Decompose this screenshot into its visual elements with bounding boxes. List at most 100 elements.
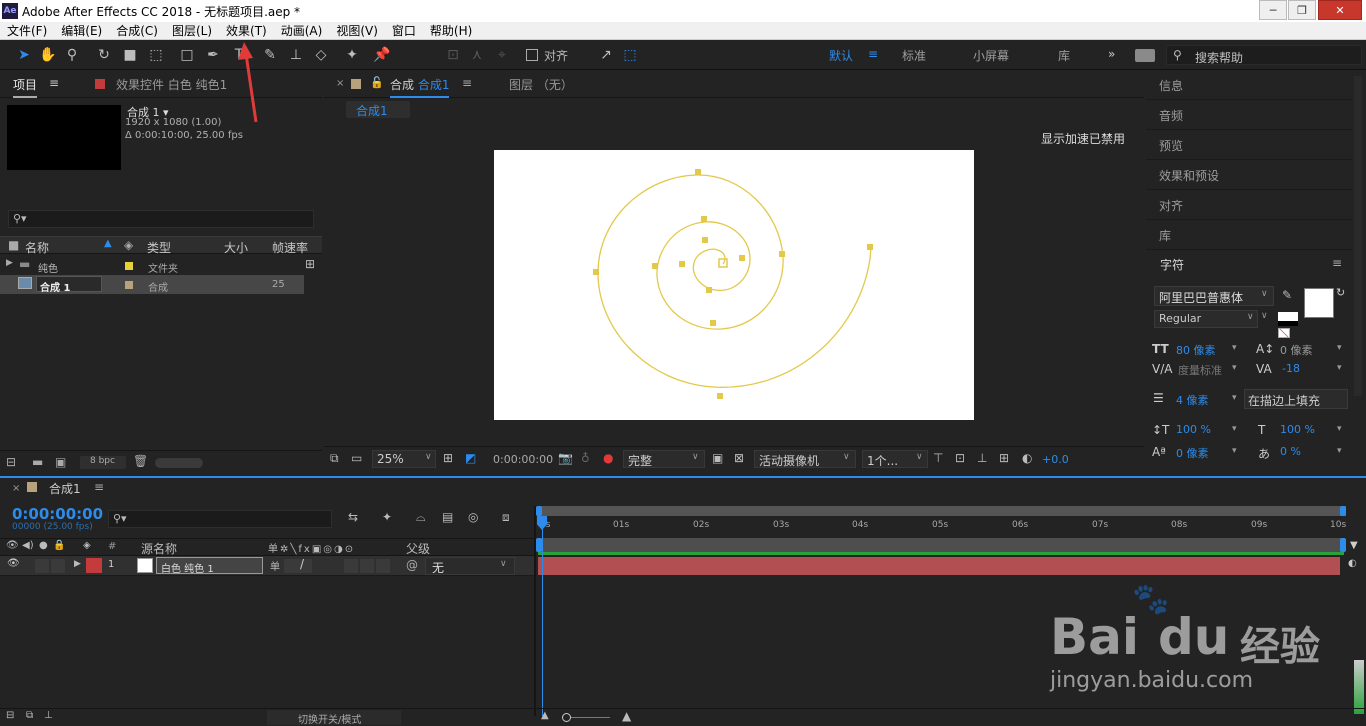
new-composition-icon[interactable]: ▣ (55, 455, 66, 469)
display-monitor-icon[interactable]: ▭ (351, 451, 362, 465)
kerning-value[interactable]: 度量标准 (1178, 362, 1222, 378)
chevron-down-icon[interactable]: ▾ (1232, 424, 1237, 434)
camera-select[interactable]: 活动摄像机 ∨ (754, 450, 856, 468)
workspace-small-screen[interactable]: 小屏幕 (973, 47, 1009, 64)
panel-library[interactable]: 库 (1146, 220, 1352, 250)
interpret-footage-icon[interactable]: ⊟ (6, 455, 16, 469)
close-button[interactable]: ✕ (1318, 0, 1362, 20)
clone-stamp-tool-icon[interactable]: ⊥ (286, 45, 306, 65)
3d-switch[interactable] (376, 559, 390, 573)
spiral-path-shape[interactable] (494, 150, 974, 420)
transfer-controls-pane-icon[interactable]: ⧉ (26, 710, 33, 721)
panel-preview[interactable]: 预览 (1146, 130, 1352, 160)
menu-view[interactable]: 视图(V) (329, 22, 385, 39)
camera-tool-icon[interactable]: ■ (120, 45, 140, 65)
layer-visibility-icon[interactable]: 👁 (7, 558, 20, 569)
timeline-timecode[interactable]: 0:00:00:00 (12, 505, 103, 523)
pan-behind-tool-icon[interactable]: ⬚ (146, 45, 166, 65)
layer-duration-bar[interactable] (538, 557, 1340, 575)
spiral-vertices[interactable] (593, 169, 873, 399)
quality-switch[interactable]: / (298, 557, 312, 573)
spiral-vertex[interactable] (701, 216, 707, 222)
motion-blur-icon[interactable]: ◎ (468, 510, 478, 524)
work-area-start-handle[interactable] (536, 506, 542, 516)
swap-colors-icon[interactable]: ↻ (1336, 286, 1345, 299)
font-style-select[interactable]: Regular ∨ (1154, 310, 1258, 328)
always-preview-icon[interactable]: ⧉ (330, 451, 339, 466)
graph-editor-icon[interactable]: ⧈ (502, 510, 510, 525)
audio-switch-icon[interactable]: ◀) (22, 540, 34, 551)
chevron-down-icon[interactable]: ▾ (1337, 424, 1342, 434)
transparency-grid-icon[interactable]: ⊠ (734, 451, 744, 465)
frame-blending-icon[interactable]: ▤ (442, 510, 453, 524)
chevron-down-icon[interactable]: ▾ (1232, 393, 1237, 403)
draft-3d-icon[interactable]: ⊡ (955, 451, 965, 465)
panel-effects-presets[interactable]: 效果和预设 (1146, 160, 1352, 190)
trash-icon[interactable]: 🗑 (133, 454, 148, 468)
menu-edit[interactable]: 编辑(E) (54, 22, 109, 39)
layer-solo-toggle[interactable] (35, 559, 49, 573)
tab-effect-controls[interactable]: 效果控件 白色 纯色1 (116, 76, 227, 93)
sync-settings-icon[interactable] (1135, 49, 1155, 62)
project-search-input[interactable]: ⚲▾ (8, 210, 314, 228)
chevron-down-icon[interactable]: ▾ (1232, 363, 1237, 373)
menu-layer[interactable]: 图层(L) (165, 22, 219, 39)
right-panel-scrollbar[interactable] (1354, 76, 1362, 396)
vertical-scale-value[interactable]: 100 % (1176, 423, 1211, 436)
reset-exposure-icon[interactable]: ◐ (1022, 451, 1032, 465)
playhead-line[interactable] (542, 516, 543, 716)
zoom-tool-icon[interactable]: ⚲ (62, 45, 82, 65)
chevron-down-icon[interactable]: ▾ (1337, 363, 1342, 373)
toggle-switches-modes-button[interactable]: 切换开关/模式 (267, 710, 401, 726)
comp-canvas[interactable] (494, 150, 974, 420)
shy-layers-icon[interactable]: ⌓ (416, 510, 426, 525)
tracking-value[interactable]: -18 (1282, 362, 1300, 375)
table-row[interactable]: ▶ ▬ 纯色 文件夹 ⊞ (0, 256, 322, 275)
workspace-menu-icon[interactable]: ≡ (868, 47, 878, 61)
snap-checkbox[interactable] (526, 49, 538, 61)
parent-pick-whip-icon[interactable]: @ (406, 558, 418, 572)
exposure-value[interactable]: +0.0 (1042, 453, 1069, 466)
font-size-value[interactable]: 80 像素 (1176, 342, 1216, 358)
draft-3d-icon[interactable]: ✦ (382, 510, 392, 524)
menu-help[interactable]: 帮助(H) (423, 22, 479, 39)
row-label-color[interactable] (125, 281, 133, 289)
composition-viewport[interactable]: 显示加速已禁用 (324, 122, 1144, 444)
chevron-down-icon[interactable]: ▾ (1337, 446, 1342, 456)
zoom-in-icon[interactable]: ▲ (622, 709, 631, 723)
time-zoom-slider-knob[interactable] (562, 713, 571, 722)
layer-marker-icon[interactable]: ◐ (1348, 558, 1357, 569)
eraser-tool-icon[interactable]: ◇ (311, 45, 331, 65)
zoom-out-icon[interactable]: ▲ (541, 710, 549, 721)
spiral-vertex[interactable] (695, 169, 701, 175)
spiral-vertex[interactable] (679, 261, 685, 267)
toggle-pixel-aspect-icon[interactable]: ⊤ (933, 451, 943, 465)
no-color-icon[interactable] (1278, 328, 1290, 338)
snapshot-camera-icon[interactable]: 📷 (558, 451, 573, 465)
tab-composition[interactable]: 合成 合成1 (390, 76, 450, 98)
adjustment-switch[interactable] (360, 559, 374, 573)
spiral-vertex[interactable] (706, 287, 712, 293)
resolution-select[interactable]: 完整 ∨ (623, 450, 705, 468)
lock-switch-icon[interactable]: 🔒 (53, 540, 65, 551)
rectangle-tool-icon[interactable]: □ (177, 45, 197, 65)
region-of-interest-icon[interactable]: ◩ (465, 451, 476, 465)
puppet-pin-tool-icon[interactable]: 📌 (372, 45, 392, 65)
snap-options-icon[interactable]: ↗ (596, 45, 616, 65)
switches-column-icons[interactable]: 单✲╲fx▣◎◑⊙ (268, 540, 355, 555)
flowchart-icon[interactable]: ⊞ (999, 451, 1009, 465)
selection-tool-icon[interactable]: ➤ (14, 45, 34, 65)
minimize-button[interactable]: ─ (1259, 0, 1287, 20)
comp-breadcrumb[interactable]: 合成1 (346, 101, 410, 118)
out-point-handle[interactable] (1340, 538, 1346, 552)
pen-tool-icon[interactable]: ✒ (203, 45, 223, 65)
chevron-down-icon[interactable]: ▾ (1232, 446, 1237, 456)
fit-frame-icon[interactable]: ⊞ (443, 451, 453, 465)
column-parent[interactable]: 父级 (406, 540, 430, 557)
layer-lock-toggle[interactable] (51, 559, 65, 573)
tag-icon[interactable]: ◈ (83, 540, 91, 551)
horizontal-scale-value[interactable]: 100 % (1280, 423, 1315, 436)
row-name-edit[interactable]: 合成 1 (36, 276, 102, 294)
eyedropper-icon[interactable]: ✎ (1282, 288, 1292, 302)
show-snapshot-icon[interactable]: ♁ (581, 451, 590, 465)
